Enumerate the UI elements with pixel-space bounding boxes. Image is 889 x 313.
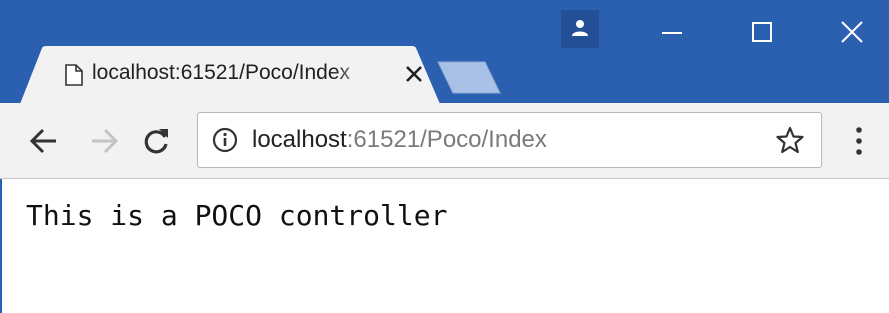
close-icon	[841, 21, 863, 43]
page-content: This is a POCO controller	[0, 179, 889, 313]
window-border	[0, 179, 2, 313]
back-arrow-icon	[29, 128, 56, 154]
new-tab-icon	[437, 61, 501, 94]
page-text: This is a POCO controller	[26, 199, 448, 232]
toolbar: localhost:61521/Poco/Index	[0, 103, 889, 179]
url-text: localhost:61521/Poco/Index	[252, 126, 547, 154]
url-path: :61521/Poco/Index	[346, 126, 547, 153]
tab-title: localhost:61521/Poco/Index	[92, 61, 351, 84]
window-close-button[interactable]	[832, 12, 872, 52]
menu-button[interactable]	[847, 123, 871, 159]
maximize-button[interactable]	[742, 12, 782, 52]
profile-button[interactable]	[561, 10, 599, 48]
star-outline-icon[interactable]	[776, 126, 804, 159]
close-icon	[406, 66, 422, 82]
forward-button[interactable]	[88, 125, 120, 157]
reload-icon	[144, 129, 168, 154]
info-icon[interactable]	[212, 127, 238, 158]
browser-window: localhost:61521/Poco/Index localhost:615…	[0, 0, 889, 313]
forward-arrow-icon	[92, 128, 119, 154]
minimize-button[interactable]	[652, 12, 692, 52]
active-tab[interactable]: localhost:61521/Poco/Index	[20, 46, 440, 104]
maximize-icon	[752, 22, 772, 42]
tab-close-button[interactable]	[403, 63, 425, 85]
back-button[interactable]	[28, 125, 60, 157]
minimize-icon	[662, 32, 682, 34]
kebab-menu-icon	[856, 127, 862, 155]
address-bar[interactable]: localhost:61521/Poco/Index	[197, 112, 822, 168]
reload-button[interactable]	[140, 125, 172, 157]
title-bar: localhost:61521/Poco/Index	[0, 0, 889, 104]
new-tab-button[interactable]	[437, 60, 501, 101]
person-icon	[572, 20, 588, 36]
url-host: localhost	[252, 126, 347, 153]
page-icon	[65, 64, 83, 91]
